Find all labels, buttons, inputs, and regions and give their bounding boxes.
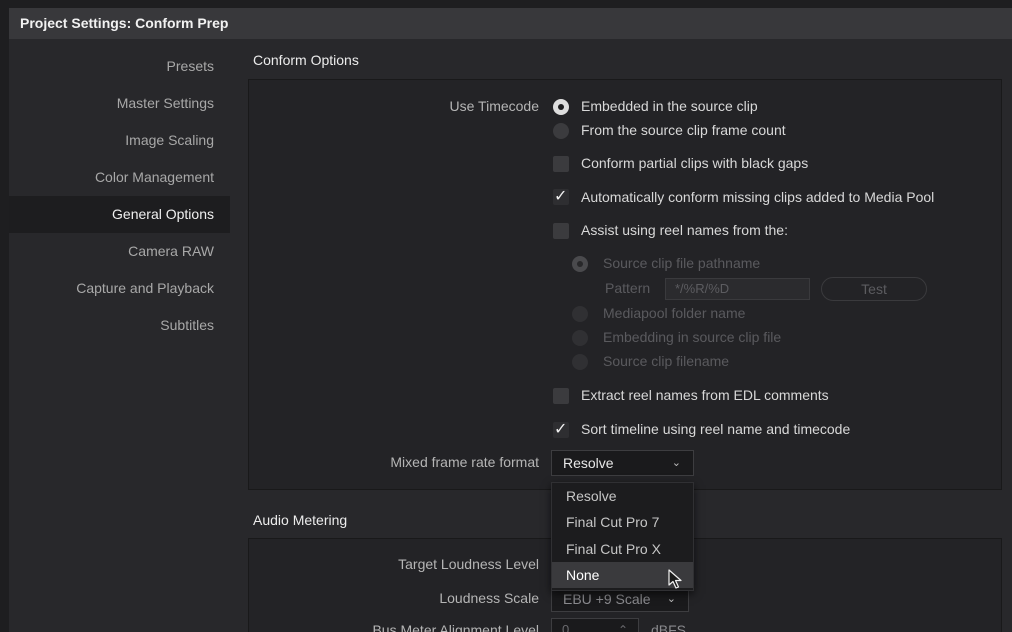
target-loudness-label: Target Loudness Level xyxy=(398,556,539,572)
bus-meter-value: 0 xyxy=(562,622,570,632)
mediapool-folder-label: Mediapool folder name xyxy=(603,305,746,321)
option-final-cut-pro-x[interactable]: Final Cut Pro X xyxy=(552,536,693,562)
sidebar-item-general-options[interactable]: General Options xyxy=(9,196,230,233)
mixed-rate-label: Mixed frame rate format xyxy=(390,454,539,470)
bus-meter-input[interactable]: 0 ⌃ xyxy=(551,618,639,632)
radio-embedded-timecode[interactable] xyxy=(553,99,569,115)
radio-mediapool-folder[interactable] xyxy=(572,306,588,322)
sidebar-item-subtitles[interactable]: Subtitles xyxy=(9,307,230,344)
filename-label: Source clip filename xyxy=(603,353,730,369)
assist-reel-label: Assist using reel names from the: xyxy=(581,222,788,238)
embedded-timecode-label: Embedded in the source clip xyxy=(581,98,758,114)
source-pathname-label: Source clip file pathname xyxy=(603,255,761,271)
audio-metering-title: Audio Metering xyxy=(253,512,348,528)
mixed-rate-select[interactable]: Resolve ⌄ xyxy=(551,450,694,476)
pattern-input[interactable]: */%R/%D xyxy=(665,278,810,300)
option-final-cut-pro-7[interactable]: Final Cut Pro 7 xyxy=(552,509,693,535)
sidebar-item-image-scaling[interactable]: Image Scaling xyxy=(9,122,230,159)
auto-conform-label: Automatically conform missing clips adde… xyxy=(581,189,935,205)
conform-options-title: Conform Options xyxy=(253,52,359,68)
radio-frame-count[interactable] xyxy=(553,123,569,139)
window-title: Project Settings: Conform Prep xyxy=(9,8,1012,39)
sidebar-item-color-management[interactable]: Color Management xyxy=(9,159,230,196)
test-button[interactable]: Test xyxy=(821,277,927,301)
sidebar-item-presets[interactable]: Presets xyxy=(9,48,230,85)
chevron-down-icon: ⌄ xyxy=(671,456,681,469)
pattern-label: Pattern xyxy=(605,280,651,296)
sidebar-item-capture-playback[interactable]: Capture and Playback xyxy=(9,270,230,307)
conform-partial-label: Conform partial clips with black gaps xyxy=(581,155,809,171)
checkmark-icon: ✓ xyxy=(554,419,568,438)
checkmark-icon: ✓ xyxy=(554,186,568,205)
sidebar-item-master-settings[interactable]: Master Settings xyxy=(9,85,230,122)
bus-meter-label: Bus Meter Alignment Level xyxy=(372,622,539,632)
sidebar-item-camera-raw[interactable]: Camera RAW xyxy=(9,233,230,270)
checkbox-sort-timeline[interactable]: ✓ xyxy=(553,419,569,438)
settings-sidebar: Presets Master Settings Image Scaling Co… xyxy=(9,48,230,344)
bus-meter-unit: dBFS xyxy=(651,622,687,632)
checkbox-conform-partial[interactable] xyxy=(553,156,569,172)
frame-count-label: From the source clip frame count xyxy=(581,122,786,138)
radio-embedding[interactable] xyxy=(572,330,588,346)
embedding-label: Embedding in source clip file xyxy=(603,329,782,345)
checkbox-assist-reel[interactable] xyxy=(553,223,569,239)
radio-source-pathname[interactable] xyxy=(572,256,588,272)
radio-filename[interactable] xyxy=(572,354,588,370)
checkbox-auto-conform[interactable]: ✓ xyxy=(553,186,569,205)
loudness-scale-label: Loudness Scale xyxy=(439,590,539,606)
extract-reel-label: Extract reel names from EDL comments xyxy=(581,387,829,403)
mouse-pointer-icon xyxy=(668,569,682,589)
project-settings-window: Project Settings: Conform Prep Presets M… xyxy=(9,8,1012,632)
chevron-up-icon[interactable]: ⌃ xyxy=(618,619,628,632)
checkbox-extract-reel[interactable] xyxy=(553,388,569,404)
use-timecode-label: Use Timecode xyxy=(449,98,539,114)
option-resolve[interactable]: Resolve xyxy=(552,483,693,509)
mixed-rate-value: Resolve xyxy=(563,455,614,471)
loudness-scale-value: EBU +9 Scale xyxy=(563,591,651,607)
sort-timeline-label: Sort timeline using reel name and timeco… xyxy=(581,421,851,437)
